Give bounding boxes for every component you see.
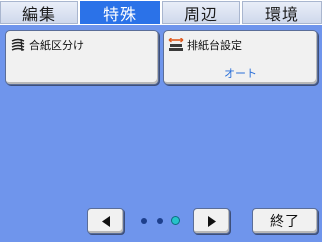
insert-sheet-label: 合紙区分け <box>29 39 84 52</box>
insert-sheet-button[interactable]: 合紙区分け <box>5 30 159 85</box>
output-tray-value: オート <box>224 67 257 80</box>
previous-page-button[interactable] <box>87 208 124 234</box>
triangle-right-icon <box>207 215 217 227</box>
tab-edit[interactable]: 編集 <box>0 1 78 24</box>
copier-screen: 編集 特殊 周辺 環境 合紙区分け 排紙台設定 オート 終了 <box>0 0 322 242</box>
tab-environment[interactable]: 環境 <box>242 1 322 24</box>
current-page-indicator-dot <box>171 216 180 225</box>
tab-peripheral[interactable]: 周辺 <box>162 1 240 24</box>
page-indicator-dot <box>141 218 147 224</box>
page-indicator-dot <box>157 218 163 224</box>
stacked-sheets-icon <box>10 37 26 52</box>
output-tray-button[interactable]: 排紙台設定 オート <box>163 30 318 85</box>
tab-special[interactable]: 特殊 <box>80 1 160 24</box>
output-tray-icon <box>168 37 184 51</box>
end-button[interactable]: 終了 <box>252 208 318 234</box>
output-tray-label: 排紙台設定 <box>187 39 242 52</box>
triangle-left-icon <box>101 215 111 227</box>
next-page-button[interactable] <box>193 208 230 234</box>
tab-bar: 編集 特殊 周辺 環境 <box>0 0 322 25</box>
